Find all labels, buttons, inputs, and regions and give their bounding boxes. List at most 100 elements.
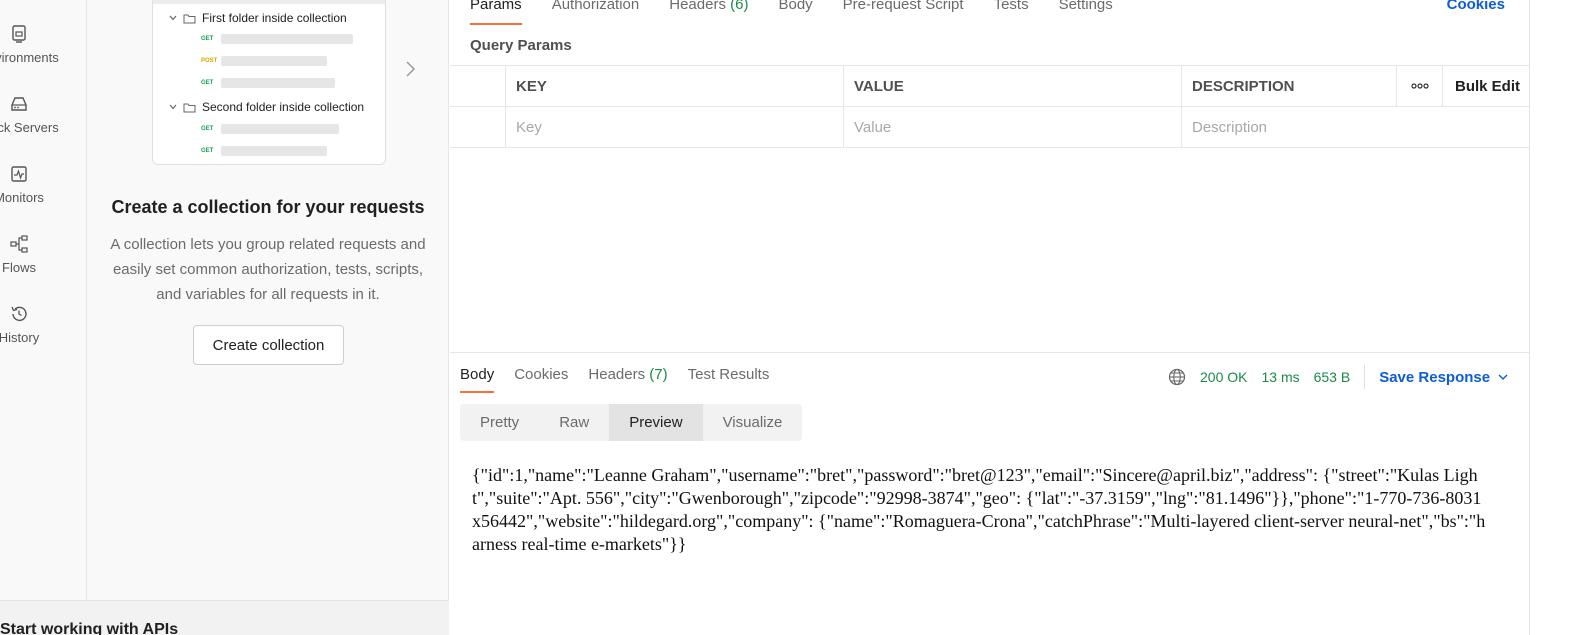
- illustration-request-row: GET: [201, 124, 339, 134]
- tab-label: Cookies: [514, 366, 569, 383]
- tab-pre-request-script[interactable]: Pre-request Script: [843, 0, 964, 24]
- key-input[interactable]: Key: [506, 107, 844, 147]
- column-header-value: VALUE: [844, 66, 1182, 106]
- folder-label: First folder inside collection: [202, 11, 347, 25]
- table-header-row: KEY VALUE DESCRIPTION Bulk Edit: [450, 66, 1530, 107]
- response-tab-body[interactable]: Body: [460, 366, 495, 393]
- status-code[interactable]: 200 OK: [1200, 369, 1247, 385]
- tab-count: (6): [730, 0, 749, 13]
- view-preview[interactable]: Preview: [609, 404, 703, 441]
- illustration-request-row: GET: [201, 78, 335, 88]
- view-visualize[interactable]: Visualize: [703, 404, 803, 441]
- rail-item-flows[interactable]: Flows: [0, 234, 62, 275]
- response-tab-cookies[interactable]: Cookies: [514, 366, 568, 383]
- flows-icon: [9, 235, 28, 253]
- monitor-icon: [10, 166, 27, 182]
- rail-item-label: Environments: [0, 50, 59, 65]
- tab-label: Body: [460, 366, 495, 383]
- request-tabs: Params Authorization Headers (6) Body Pr…: [470, 0, 1113, 25]
- method-badge: POST: [201, 58, 218, 64]
- table-row: Key Value Description: [450, 107, 1530, 148]
- description-input[interactable]: Description: [1182, 107, 1530, 147]
- response-tab-headers[interactable]: Headers (7): [588, 366, 667, 383]
- response-preview-body: {"id":1,"name":"Leanne Graham","username…: [472, 465, 1486, 554]
- collections-sidebar: First folder inside collection GET POST …: [0, 0, 449, 635]
- more-horizontal-icon: [1410, 83, 1429, 89]
- placeholder-bar: [221, 78, 335, 88]
- method-badge: GET: [201, 80, 214, 86]
- rail-item-label: Flows: [2, 260, 36, 275]
- collection-illustration: First folder inside collection GET POST …: [152, 0, 386, 165]
- rail-item-monitors[interactable]: Monitors: [0, 164, 62, 205]
- more-options-button[interactable]: [1397, 66, 1443, 106]
- create-collection-button[interactable]: Create collection: [193, 325, 344, 365]
- tab-headers[interactable]: Headers (6): [669, 0, 748, 24]
- rail-item-mock-servers[interactable]: Mock Servers: [0, 94, 62, 135]
- rail-item-environments[interactable]: Environments: [0, 24, 62, 65]
- rail-item-label: Monitors: [0, 190, 44, 205]
- value-input[interactable]: Value: [844, 107, 1182, 147]
- rail-item-history[interactable]: History: [0, 304, 62, 345]
- checkbox-column-header: [450, 66, 506, 106]
- response-time[interactable]: 13 ms: [1261, 369, 1299, 385]
- tab-settings[interactable]: Settings: [1059, 0, 1113, 24]
- chevron-right-icon[interactable]: [403, 60, 419, 78]
- response-status-bar: 200 OK 13 ms 653 B Save Response: [1168, 365, 1508, 389]
- tab-label: Tests: [993, 0, 1029, 13]
- params-table: KEY VALUE DESCRIPTION Bulk Edit Key Valu…: [450, 65, 1530, 148]
- column-header-key: KEY: [506, 66, 844, 106]
- view-raw[interactable]: Raw: [539, 404, 609, 441]
- response-tabs: Body Cookies Headers (7) Test Results: [460, 366, 770, 393]
- tab-label: Headers: [669, 0, 731, 13]
- rail-item-label: History: [0, 330, 40, 345]
- view-pretty[interactable]: Pretty: [460, 404, 539, 441]
- save-response-button[interactable]: Save Response: [1379, 369, 1508, 386]
- chevron-down-icon: [1498, 374, 1508, 380]
- start-working-panel: Start working with APIs: [0, 600, 449, 635]
- tab-label: Test Results: [687, 366, 770, 383]
- tab-label: Body: [778, 0, 813, 13]
- column-header-description: DESCRIPTION: [1182, 66, 1397, 106]
- chevron-down-icon: [169, 104, 177, 110]
- folder-icon: [183, 14, 196, 23]
- illustration-request-row: POST: [201, 56, 327, 66]
- tab-label: Params: [470, 0, 522, 13]
- method-badge: GET: [201, 148, 214, 154]
- tab-body[interactable]: Body: [778, 0, 812, 24]
- rail-item-label: Mock Servers: [0, 120, 59, 135]
- placeholder-bar: [221, 146, 327, 156]
- response-tab-test-results[interactable]: Test Results: [688, 366, 770, 383]
- illustration-header: [153, 0, 385, 4]
- illustration-folder-1: First folder inside collection: [169, 11, 347, 25]
- save-response-label: Save Response: [1379, 368, 1491, 386]
- history-icon: [10, 306, 27, 322]
- tab-authorization[interactable]: Authorization: [552, 0, 640, 24]
- tab-tests[interactable]: Tests: [994, 0, 1029, 24]
- tab-label: Headers: [588, 366, 650, 383]
- request-editor: Params Authorization Headers (6) Body Pr…: [450, 0, 1530, 635]
- response-size[interactable]: 653 B: [1314, 369, 1351, 385]
- divider: [1364, 365, 1366, 389]
- create-collection-title: Create a collection for your requests: [111, 197, 425, 217]
- illustration-request-row: GET: [201, 34, 353, 44]
- tab-label: Pre-request Script: [842, 0, 964, 13]
- start-working-heading: Start working with APIs: [0, 621, 179, 635]
- create-collection-description: A collection lets you group related requ…: [110, 236, 426, 303]
- folder-label: Second folder inside collection: [202, 100, 365, 114]
- chevron-down-icon: [169, 15, 177, 21]
- row-checkbox-cell: [450, 107, 506, 147]
- view-mode-switcher: Pretty Raw Preview Visualize: [460, 404, 803, 441]
- tab-count: (7): [649, 366, 668, 383]
- illustration-folder-2: Second folder inside collection: [169, 100, 364, 114]
- placeholder-bar: [221, 34, 353, 44]
- query-params-title: Query Params: [470, 37, 572, 54]
- icon-rail: Environments Mock Servers Monitors Flows…: [0, 0, 87, 635]
- tab-params[interactable]: Params: [470, 0, 522, 25]
- globe-icon[interactable]: [1168, 368, 1186, 386]
- tab-label: Settings: [1058, 0, 1113, 13]
- bulk-edit-button[interactable]: Bulk Edit: [1443, 66, 1530, 106]
- response-pane: Body Cookies Headers (7) Test Results 20…: [450, 352, 1530, 635]
- cookies-link[interactable]: Cookies: [1447, 0, 1505, 13]
- environment-icon: [11, 25, 26, 43]
- method-badge: GET: [201, 126, 214, 132]
